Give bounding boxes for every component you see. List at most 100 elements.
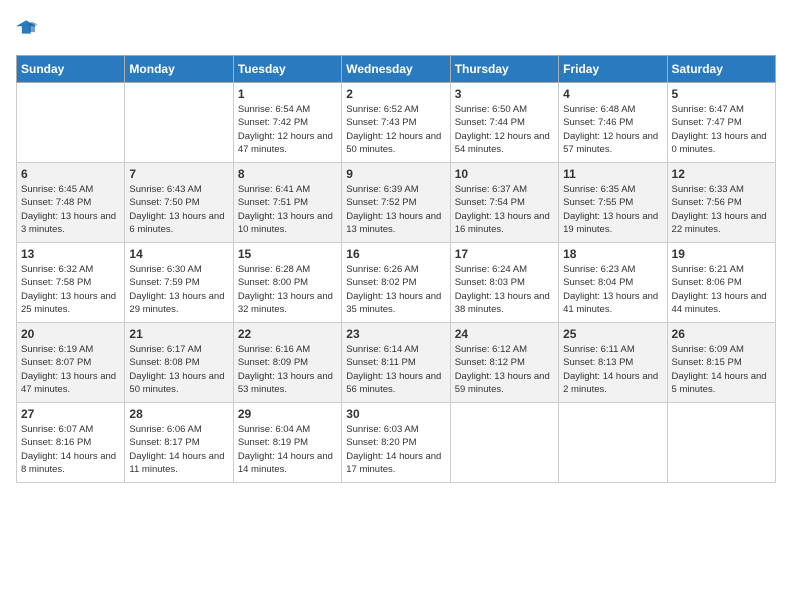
calendar-cell: 12 Sunrise: 6:33 AMSunset: 7:56 PMDayligh… xyxy=(667,163,775,243)
calendar-cell xyxy=(450,403,558,483)
calendar-cell: 2 Sunrise: 6:52 AMSunset: 7:43 PMDaylight… xyxy=(342,83,450,163)
calendar-cell: 17 Sunrise: 6:24 AMSunset: 8:03 PMDayligh… xyxy=(450,243,558,323)
day-info: Sunrise: 6:39 AMSunset: 7:52 PMDaylight:… xyxy=(346,183,445,236)
day-info: Sunrise: 6:52 AMSunset: 7:43 PMDaylight:… xyxy=(346,103,445,156)
calendar-cell: 11 Sunrise: 6:35 AMSunset: 7:55 PMDayligh… xyxy=(559,163,667,243)
calendar-cell xyxy=(559,403,667,483)
day-info: Sunrise: 6:23 AMSunset: 8:04 PMDaylight:… xyxy=(563,263,662,316)
day-number: 6 xyxy=(21,167,120,181)
calendar-cell: 4Sunrise: 6:48 AMSunset: 7:46 PMDaylight… xyxy=(559,83,667,163)
day-info: Sunrise: 6:32 AMSunset: 7:58 PMDaylight:… xyxy=(21,263,120,316)
day-info: Sunrise: 6:45 AMSunset: 7:48 PMDaylight:… xyxy=(21,183,120,236)
day-number: 17 xyxy=(455,247,554,261)
day-number: 11 xyxy=(563,167,662,181)
day-info: Sunrise: 6:14 AMSunset: 8:11 PMDaylight:… xyxy=(346,343,445,396)
day-info: Sunrise: 6:54 AMSunset: 7:42 PMDaylight:… xyxy=(238,103,337,156)
day-number: 9 xyxy=(346,167,445,181)
day-number: 27 xyxy=(21,407,120,421)
calendar-cell: 23Sunrise: 6:14 AMSunset: 8:11 PMDayligh… xyxy=(342,323,450,403)
day-number: 30 xyxy=(346,407,445,421)
calendar-cell: 27 Sunrise: 6:07 AMSunset: 8:16 PMDayligh… xyxy=(17,403,125,483)
calendar-cell: 7 Sunrise: 6:43 AMSunset: 7:50 PMDaylight… xyxy=(125,163,233,243)
day-header-saturday: Saturday xyxy=(667,56,775,83)
day-info: Sunrise: 6:43 AMSunset: 7:50 PMDaylight:… xyxy=(129,183,228,236)
calendar-cell: 25Sunrise: 6:11 AMSunset: 8:13 PMDayligh… xyxy=(559,323,667,403)
day-number: 22 xyxy=(238,327,337,341)
calendar-cell: 29 Sunrise: 6:04 AMSunset: 8:19 PMDayligh… xyxy=(233,403,341,483)
calendar-header-row: SundayMondayTuesdayWednesdayThursdayFrid… xyxy=(17,56,776,83)
day-info: Sunrise: 6:12 AMSunset: 8:12 PMDaylight:… xyxy=(455,343,554,396)
day-number: 18 xyxy=(563,247,662,261)
calendar-table: SundayMondayTuesdayWednesdayThursdayFrid… xyxy=(16,55,776,483)
day-number: 28 xyxy=(129,407,228,421)
day-number: 12 xyxy=(672,167,771,181)
calendar-cell xyxy=(125,83,233,163)
day-header-thursday: Thursday xyxy=(450,56,558,83)
calendar-cell: 28Sunrise: 6:06 AMSunset: 8:17 PMDayligh… xyxy=(125,403,233,483)
day-info: Sunrise: 6:26 AMSunset: 8:02 PMDaylight:… xyxy=(346,263,445,316)
calendar-cell: 3 Sunrise: 6:50 AMSunset: 7:44 PMDaylight… xyxy=(450,83,558,163)
calendar-week-row: 6 Sunrise: 6:45 AMSunset: 7:48 PMDaylight… xyxy=(17,163,776,243)
day-info: Sunrise: 6:21 AMSunset: 8:06 PMDaylight:… xyxy=(672,263,771,316)
calendar-cell: 22 Sunrise: 6:16 AMSunset: 8:09 PMDayligh… xyxy=(233,323,341,403)
day-number: 25 xyxy=(563,327,662,341)
day-info: Sunrise: 6:47 AMSunset: 7:47 PMDaylight:… xyxy=(672,103,771,156)
day-info: Sunrise: 6:04 AMSunset: 8:19 PMDaylight:… xyxy=(238,423,337,476)
calendar-cell: 21 Sunrise: 6:17 AMSunset: 8:08 PMDayligh… xyxy=(125,323,233,403)
calendar-week-row: 1 Sunrise: 6:54 AMSunset: 7:42 PMDaylight… xyxy=(17,83,776,163)
day-info: Sunrise: 6:48 AMSunset: 7:46 PMDaylight:… xyxy=(563,103,662,156)
day-number: 16 xyxy=(346,247,445,261)
calendar-cell: 26 Sunrise: 6:09 AMSunset: 8:15 PMDayligh… xyxy=(667,323,775,403)
calendar-week-row: 20 Sunrise: 6:19 AMSunset: 8:07 PMDayligh… xyxy=(17,323,776,403)
calendar-cell: 20 Sunrise: 6:19 AMSunset: 8:07 PMDayligh… xyxy=(17,323,125,403)
day-number: 20 xyxy=(21,327,120,341)
day-number: 24 xyxy=(455,327,554,341)
day-info: Sunrise: 6:35 AMSunset: 7:55 PMDaylight:… xyxy=(563,183,662,236)
day-info: Sunrise: 6:03 AMSunset: 8:20 PMDaylight:… xyxy=(346,423,445,476)
day-info: Sunrise: 6:28 AMSunset: 8:00 PMDaylight:… xyxy=(238,263,337,316)
calendar-cell: 14Sunrise: 6:30 AMSunset: 7:59 PMDayligh… xyxy=(125,243,233,323)
day-number: 19 xyxy=(672,247,771,261)
day-number: 15 xyxy=(238,247,337,261)
day-number: 21 xyxy=(129,327,228,341)
day-info: Sunrise: 6:33 AMSunset: 7:56 PMDaylight:… xyxy=(672,183,771,236)
calendar-cell: 30 Sunrise: 6:03 AMSunset: 8:20 PMDayligh… xyxy=(342,403,450,483)
day-header-monday: Monday xyxy=(125,56,233,83)
calendar-cell: 16 Sunrise: 6:26 AMSunset: 8:02 PMDayligh… xyxy=(342,243,450,323)
day-number: 7 xyxy=(129,167,228,181)
calendar-cell: 9 Sunrise: 6:39 AMSunset: 7:52 PMDaylight… xyxy=(342,163,450,243)
calendar-cell: 19 Sunrise: 6:21 AMSunset: 8:06 PMDayligh… xyxy=(667,243,775,323)
day-info: Sunrise: 6:17 AMSunset: 8:08 PMDaylight:… xyxy=(129,343,228,396)
day-number: 26 xyxy=(672,327,771,341)
day-info: Sunrise: 6:24 AMSunset: 8:03 PMDaylight:… xyxy=(455,263,554,316)
day-header-tuesday: Tuesday xyxy=(233,56,341,83)
day-info: Sunrise: 6:50 AMSunset: 7:44 PMDaylight:… xyxy=(455,103,554,156)
day-number: 14 xyxy=(129,247,228,261)
day-header-sunday: Sunday xyxy=(17,56,125,83)
calendar-cell: 18 Sunrise: 6:23 AMSunset: 8:04 PMDayligh… xyxy=(559,243,667,323)
day-number: 10 xyxy=(455,167,554,181)
day-number: 13 xyxy=(21,247,120,261)
logo xyxy=(16,16,42,43)
day-info: Sunrise: 6:16 AMSunset: 8:09 PMDaylight:… xyxy=(238,343,337,396)
calendar-cell xyxy=(667,403,775,483)
day-info: Sunrise: 6:07 AMSunset: 8:16 PMDaylight:… xyxy=(21,423,120,476)
day-number: 3 xyxy=(455,87,554,101)
calendar-cell xyxy=(17,83,125,163)
day-number: 29 xyxy=(238,407,337,421)
day-number: 2 xyxy=(346,87,445,101)
calendar-cell: 5 Sunrise: 6:47 AMSunset: 7:47 PMDaylight… xyxy=(667,83,775,163)
day-info: Sunrise: 6:09 AMSunset: 8:15 PMDaylight:… xyxy=(672,343,771,396)
calendar-cell: 24 Sunrise: 6:12 AMSunset: 8:12 PMDayligh… xyxy=(450,323,558,403)
calendar-cell: 8Sunrise: 6:41 AMSunset: 7:51 PMDaylight… xyxy=(233,163,341,243)
day-info: Sunrise: 6:37 AMSunset: 7:54 PMDaylight:… xyxy=(455,183,554,236)
day-info: Sunrise: 6:19 AMSunset: 8:07 PMDaylight:… xyxy=(21,343,120,396)
day-number: 8 xyxy=(238,167,337,181)
calendar-week-row: 27 Sunrise: 6:07 AMSunset: 8:16 PMDayligh… xyxy=(17,403,776,483)
calendar-week-row: 13 Sunrise: 6:32 AMSunset: 7:58 PMDayligh… xyxy=(17,243,776,323)
day-header-friday: Friday xyxy=(559,56,667,83)
calendar-cell: 1 Sunrise: 6:54 AMSunset: 7:42 PMDaylight… xyxy=(233,83,341,163)
day-number: 1 xyxy=(238,87,337,101)
calendar-body: 1 Sunrise: 6:54 AMSunset: 7:42 PMDaylight… xyxy=(17,83,776,483)
day-number: 5 xyxy=(672,87,771,101)
